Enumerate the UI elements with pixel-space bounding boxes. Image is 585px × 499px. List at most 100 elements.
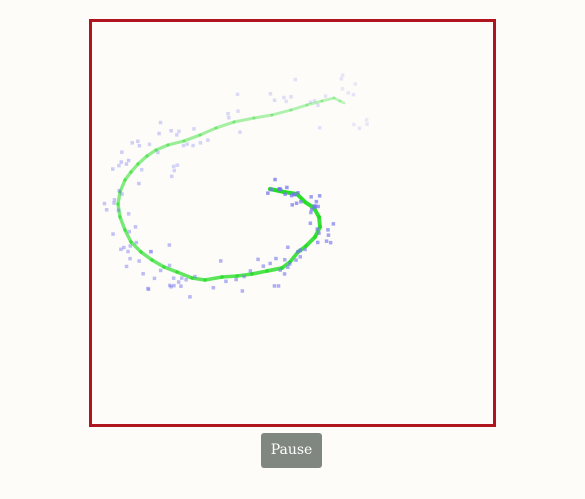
particle-dot xyxy=(126,212,131,216)
pause-button[interactable]: Pause xyxy=(261,433,322,468)
particle-dot xyxy=(198,141,203,145)
particle-dot xyxy=(276,284,281,288)
particle-dot xyxy=(273,177,277,182)
particle-dot xyxy=(227,116,231,120)
trail-segment xyxy=(320,96,336,103)
particle-dot xyxy=(317,194,322,198)
particle-dot xyxy=(353,82,357,86)
particle-dot xyxy=(167,263,172,268)
particle-dot xyxy=(346,91,350,95)
trail-segment xyxy=(145,148,158,158)
particle-dot xyxy=(128,244,132,248)
particle-dot xyxy=(175,163,180,167)
particle-dot xyxy=(137,144,142,148)
particle-dot xyxy=(158,120,163,125)
particle-dot xyxy=(224,279,228,284)
particle-dot xyxy=(175,133,179,137)
particle-dot xyxy=(177,129,181,134)
particle-dot xyxy=(298,248,303,252)
particle-dot xyxy=(141,272,145,276)
particle-dot xyxy=(317,126,322,130)
particle-dot xyxy=(180,276,184,280)
particle-dot xyxy=(268,92,273,96)
particle-dot xyxy=(351,92,356,97)
particle-dot xyxy=(171,276,176,280)
particle-dot xyxy=(136,139,140,144)
trail-segment xyxy=(289,103,309,112)
particle-dot xyxy=(312,99,317,103)
particle-dot xyxy=(314,199,319,204)
particle-dot xyxy=(152,276,157,281)
particle-dot xyxy=(126,158,131,163)
particle-dot xyxy=(326,228,330,232)
trail-segment xyxy=(220,274,239,279)
particle-dot xyxy=(219,259,223,263)
particle-dot xyxy=(309,207,314,212)
particle-dot xyxy=(293,77,298,82)
particle-dot xyxy=(288,262,292,266)
particle-dot xyxy=(120,192,124,196)
particle-dot xyxy=(269,187,274,192)
particle-dot xyxy=(326,233,331,237)
particle-dot xyxy=(289,193,294,198)
particle-dot xyxy=(193,274,197,279)
particle-dot xyxy=(184,278,188,282)
particle-dot xyxy=(312,204,316,208)
trail-segment xyxy=(182,133,202,143)
particle-dot xyxy=(331,222,336,226)
particle-dot xyxy=(139,168,144,172)
particle-dot xyxy=(112,201,116,205)
particle-dot xyxy=(235,92,240,97)
particle-dot xyxy=(286,265,290,269)
trail-segment xyxy=(270,108,293,117)
particle-dot xyxy=(272,98,277,102)
particle-dot xyxy=(284,99,288,104)
particle-dot xyxy=(309,195,313,199)
particle-dot xyxy=(315,227,319,231)
particle-dot xyxy=(176,280,181,284)
particle-dot xyxy=(120,150,124,154)
particle-dot xyxy=(308,221,313,225)
particle-dot xyxy=(111,167,115,171)
particle-dot xyxy=(285,185,289,190)
particle-dot xyxy=(365,122,369,126)
particle-dot xyxy=(340,73,345,77)
particle-dot xyxy=(266,191,270,195)
particle-dot xyxy=(294,201,299,205)
trail-segment xyxy=(203,275,224,282)
particle-dot xyxy=(323,94,328,98)
particle-dot xyxy=(122,245,126,250)
particle-dot xyxy=(119,160,123,164)
particle-dot xyxy=(268,261,272,266)
particle-dot xyxy=(283,258,287,262)
particle-dot xyxy=(119,247,123,252)
particle-dot xyxy=(181,143,186,148)
particle-dot xyxy=(104,208,109,212)
particle-dot xyxy=(282,272,287,276)
particle-dot xyxy=(133,225,138,229)
particle-dot xyxy=(206,138,210,142)
particle-dot xyxy=(278,268,282,272)
particle-dot xyxy=(147,142,152,147)
trail-segment xyxy=(175,270,194,280)
trail-segment xyxy=(166,139,186,147)
trail-segment xyxy=(214,120,236,130)
trail-segment xyxy=(118,215,127,232)
particle-dot xyxy=(191,143,195,148)
particle-dot xyxy=(296,191,300,195)
particle-dot xyxy=(283,192,287,196)
particle-dot xyxy=(236,109,240,113)
particle-dot xyxy=(192,127,196,131)
particle-dot xyxy=(248,269,253,273)
particle-dot xyxy=(127,229,131,234)
particle-dot xyxy=(157,131,161,136)
particle-dot xyxy=(156,150,160,155)
particle-dot xyxy=(299,200,303,204)
particle-dot xyxy=(256,257,260,262)
trail-segment xyxy=(162,265,179,274)
particle-dot xyxy=(111,232,115,236)
particle-dot xyxy=(172,168,176,173)
particle-dot xyxy=(130,141,134,145)
particle-trail-drawing xyxy=(102,73,369,299)
particle-dot xyxy=(137,259,141,263)
